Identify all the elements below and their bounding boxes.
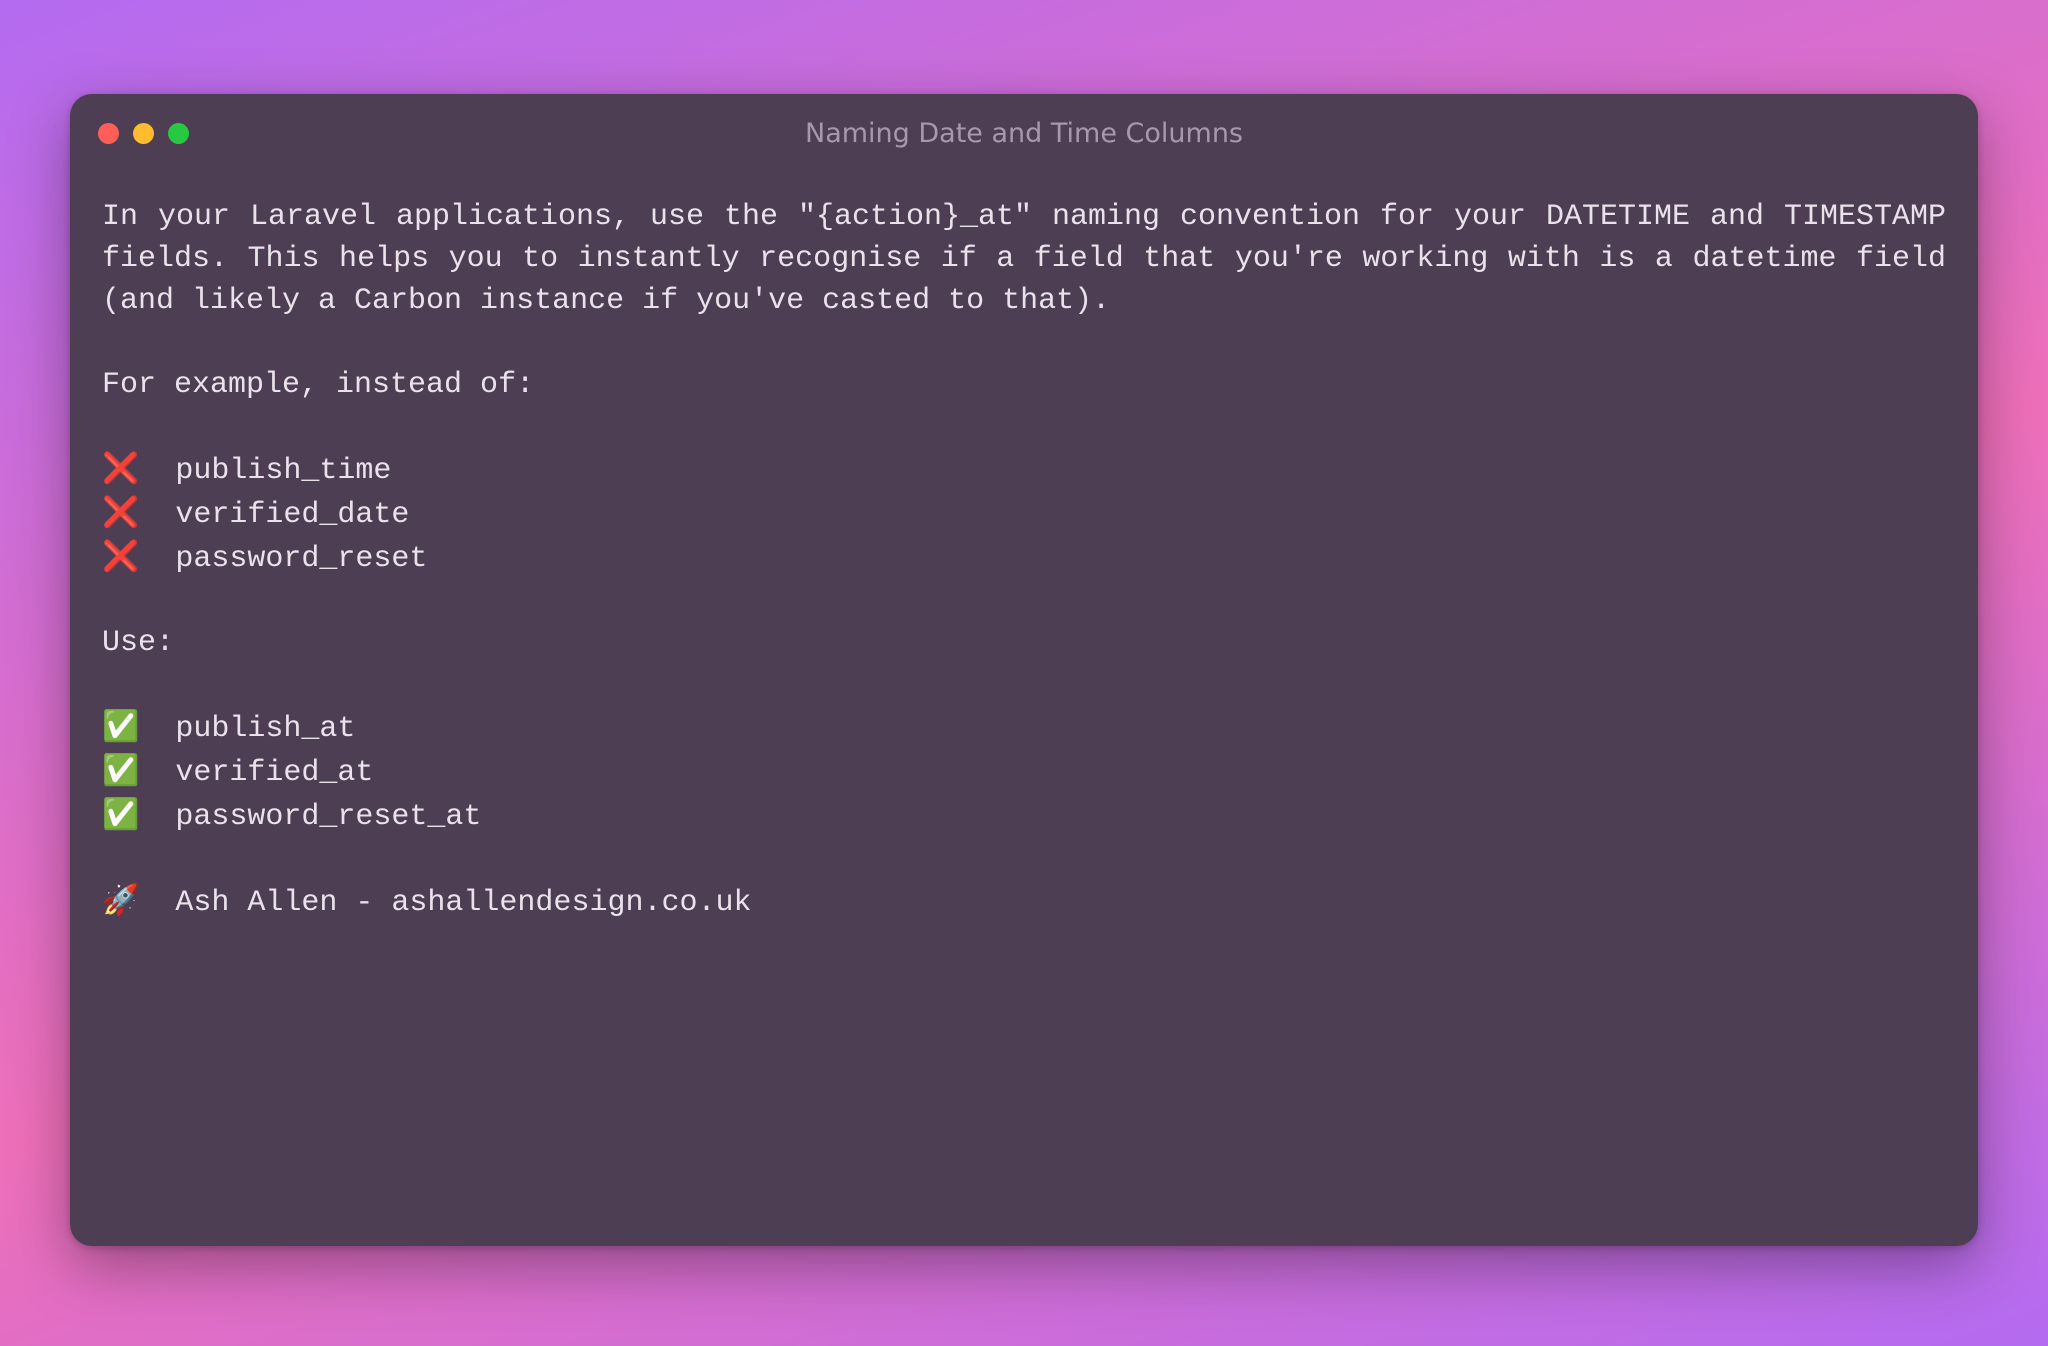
bad-example-text: verified_date [175, 498, 409, 532]
code-window: Naming Date and Time Columns In your Lar… [70, 94, 1978, 1246]
window-title: Naming Date and Time Columns [70, 118, 1978, 149]
window-titlebar: Naming Date and Time Columns [70, 94, 1978, 172]
good-example-2: ✅ verified_at [102, 750, 1946, 794]
bad-example-text: password_reset [175, 542, 427, 576]
check-mark-icon: ✅ [102, 753, 139, 788]
minimize-icon[interactable] [133, 123, 154, 144]
bad-example-3: ❌ password_reset [102, 536, 1946, 580]
bad-example-2: ❌ verified_date [102, 492, 1946, 536]
rocket-icon: 🚀 [102, 883, 139, 918]
good-example-3: ✅ password_reset_at [102, 794, 1946, 838]
window-content: In your Laravel applications, use the "{… [70, 172, 1978, 924]
check-mark-icon: ✅ [102, 797, 139, 832]
attribution-text: Ash Allen - ashallendesign.co.uk [175, 886, 751, 920]
cross-mark-icon: ❌ [102, 539, 139, 574]
good-example-text: password_reset_at [175, 800, 481, 834]
attribution-line: 🚀 Ash Allen - ashallendesign.co.uk [102, 880, 1946, 924]
good-example-text: publish_at [175, 712, 355, 746]
maximize-icon[interactable] [168, 123, 189, 144]
bad-example-text: publish_time [175, 454, 391, 488]
check-mark-icon: ✅ [102, 709, 139, 744]
use-label: Use: [102, 622, 1946, 664]
intro-paragraph: In your Laravel applications, use the "{… [102, 196, 1946, 322]
instead-of-label: For example, instead of: [102, 364, 1946, 406]
traffic-lights [98, 123, 189, 144]
close-icon[interactable] [98, 123, 119, 144]
cross-mark-icon: ❌ [102, 495, 139, 530]
bad-example-1: ❌ publish_time [102, 448, 1946, 492]
good-example-text: verified_at [175, 756, 373, 790]
good-example-1: ✅ publish_at [102, 706, 1946, 750]
cross-mark-icon: ❌ [102, 451, 139, 486]
